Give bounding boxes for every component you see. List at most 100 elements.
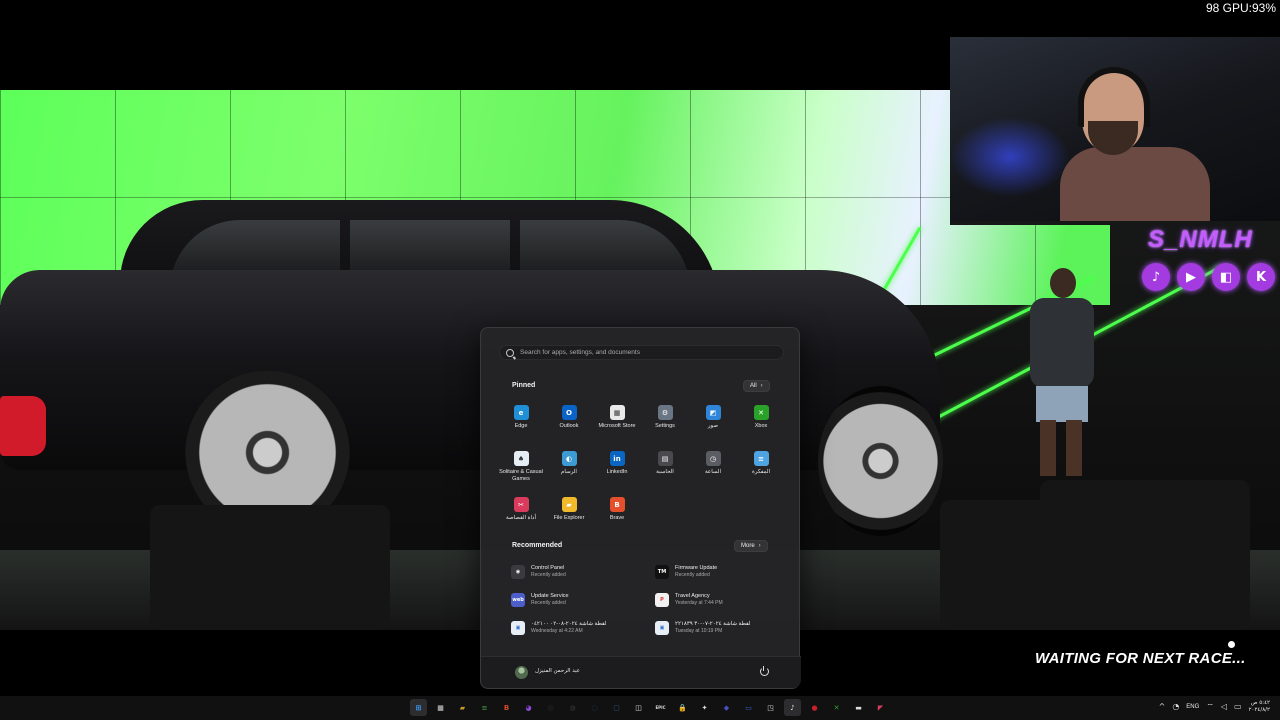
- capture-icon[interactable]: ◳: [762, 699, 779, 716]
- clock[interactable]: ٥:٤٢ ص ٢٠٢٤/٨/٢: [1249, 700, 1270, 713]
- update-service-icon: web: [511, 592, 525, 607]
- recommended-item[interactable]: web Update Service Recently added: [511, 591, 655, 608]
- pinned-app[interactable]: B Brave: [593, 495, 641, 533]
- all-apps-button[interactable]: All ›: [743, 380, 770, 392]
- app-label: Outlook: [559, 423, 579, 429]
- all-apps-label: All: [750, 383, 757, 389]
- youtube-icon: ▶: [1177, 263, 1205, 291]
- pinned-app[interactable]: e Edge: [497, 403, 545, 441]
- messenger-icon[interactable]: ◕: [520, 699, 537, 716]
- notepad-icon[interactable]: ≡: [476, 699, 493, 716]
- controller-icon[interactable]: ✦: [696, 699, 713, 716]
- recommended-list: ◉ Control Panel Recently added TM Firmware U…: [511, 563, 781, 636]
- pinned-app[interactable]: ▤ الحاسبة: [641, 449, 689, 487]
- more-label: More: [741, 543, 755, 549]
- twitch-icon: ◧: [1212, 263, 1240, 291]
- more-button[interactable]: More ›: [734, 540, 768, 552]
- recommended-item[interactable]: ▣ لقطة شاشة ٢٠٢٤-٠٨-٠٢ ٠٤٢١٠٠ Wednesday at…: [511, 619, 655, 636]
- streamer-name: S_NMLH: [1148, 226, 1253, 253]
- steam-icon[interactable]: ◌: [586, 699, 603, 716]
- tiktok-icon[interactable]: ♪: [784, 699, 801, 716]
- brave-icon: B: [609, 497, 625, 512]
- pinned-app[interactable]: ≡ المفكرة: [737, 449, 785, 487]
- xbox-icon: ✕: [753, 405, 769, 420]
- power-icon[interactable]: [760, 665, 769, 676]
- app-label: Solitaire & Casual Games: [499, 469, 543, 483]
- pinned-app[interactable]: ▰ File Explorer: [545, 495, 593, 533]
- recommended-item-time: Yesterday at 7:44 PM: [675, 600, 723, 606]
- recommended-item-name: لقطة شاشة ٢٠٢٤-٠٧-٣٠ ٢٢١٨٣٩: [675, 621, 751, 627]
- avatar[interactable]: [515, 666, 528, 679]
- file-explorer-icon[interactable]: ▰: [454, 699, 471, 716]
- app-label: Xbox: [754, 423, 768, 429]
- brave-icon[interactable]: B: [498, 699, 515, 716]
- character: [1022, 268, 1112, 478]
- gpu-readout: 98 GPU:93%: [1205, 1, 1276, 15]
- diamond-icon[interactable]: ◆: [718, 699, 735, 716]
- app-label: LinkedIn: [606, 469, 628, 475]
- recommended-item-time: Recently added: [531, 600, 566, 606]
- app-label: Brave: [609, 515, 625, 521]
- pinned-app[interactable]: ◐ الرسام: [545, 449, 593, 487]
- pinned-app[interactable]: ⚙ Settings: [641, 403, 689, 441]
- monitor-icon[interactable]: ▭: [740, 699, 757, 716]
- app-label: الحاسبة: [656, 469, 674, 475]
- lock-icon[interactable]: 🔒: [674, 699, 691, 716]
- volume-icon[interactable]: ◁: [1221, 702, 1227, 711]
- user-name[interactable]: عبد الرحمن المنيزل: [535, 668, 580, 674]
- recommended-item[interactable]: P Travel Agency Yesterday at 7:44 PM: [655, 591, 781, 608]
- search-icon: [506, 348, 514, 357]
- calendar-icon[interactable]: ▦: [432, 699, 449, 716]
- recommended-item[interactable]: ▣ لقطة شاشة ٢٠٢٤-٠٧-٣٠ ٢٢١٨٣٩ Tuesday at 1…: [655, 619, 781, 636]
- car: [0, 200, 950, 536]
- epic-games-icon[interactable]: EPIC: [652, 699, 669, 716]
- chevron-right-icon: ›: [758, 543, 761, 549]
- window-icon[interactable]: ▢: [608, 699, 625, 716]
- start-icon[interactable]: ⊞: [410, 699, 427, 716]
- pinned-app[interactable]: ♠ Solitaire & Casual Games: [497, 449, 545, 487]
- pinned-app[interactable]: ▦ Microsoft Store: [593, 403, 641, 441]
- settings-icon: ⚙: [657, 405, 673, 420]
- wifi-icon[interactable]: ⌔: [1206, 702, 1214, 712]
- obs-icon[interactable]: ◍: [564, 699, 581, 716]
- recommended-item-name: Control Panel: [531, 565, 565, 571]
- recommended-title: Recommended: [512, 542, 563, 549]
- taillight: [0, 396, 46, 456]
- xbox-icon[interactable]: ✕: [828, 699, 845, 716]
- search-box[interactable]: [499, 345, 784, 360]
- app-label: Settings: [655, 423, 675, 429]
- snipping-tool-icon: ✂: [513, 497, 529, 512]
- pinned-app[interactable]: O Outlook: [545, 403, 593, 441]
- solitaire-icon: ♠: [513, 451, 529, 466]
- pinned-app[interactable]: ✂ أداة القصاصة: [497, 495, 545, 533]
- webcam-feed: [950, 37, 1280, 221]
- recommended-item-time: Tuesday at 10:19 PM: [675, 628, 723, 634]
- car-icon[interactable]: ▬: [850, 699, 867, 716]
- pinned-app[interactable]: ◩ صور: [689, 403, 737, 441]
- recommended-item-name: لقطة شاشة ٢٠٢٤-٠٨-٠٢ ٠٤٢١٠٠: [531, 621, 607, 627]
- game-icon[interactable]: ◤: [872, 699, 889, 716]
- recommended-item-name: Firmware Update: [675, 565, 718, 571]
- search-input[interactable]: [520, 349, 770, 356]
- pinned-app[interactable]: in LinkedIn: [593, 449, 641, 487]
- pinned-app[interactable]: ✕ Xbox: [737, 403, 785, 441]
- photos-icon: ◩: [705, 405, 721, 420]
- chevron-up-icon[interactable]: ^: [1159, 702, 1166, 711]
- discord-icon[interactable]: ◎: [542, 699, 559, 716]
- recommended-item[interactable]: TM Firmware Update Recently added: [655, 563, 781, 580]
- language-indicator[interactable]: ENG: [1186, 704, 1199, 710]
- pinned-apps: e Edge O Outlook ▦ Microsoft Store ⚙ Settings ◩ ص…: [497, 403, 785, 533]
- race-status-text: WAITING FOR NEXT RACE...: [1035, 650, 1246, 667]
- clock-icon: ◷: [705, 451, 721, 466]
- battery-icon[interactable]: ▭: [1234, 702, 1242, 711]
- pinned-app[interactable]: ◷ الساعة: [689, 449, 737, 487]
- app-label: File Explorer: [553, 515, 585, 521]
- travel-agency-icon: P: [655, 592, 669, 607]
- network-icon[interactable]: ◔: [1172, 702, 1179, 711]
- clock-time: ٥:٤٢ ص: [1250, 700, 1270, 706]
- app-label: Edge: [514, 423, 528, 429]
- app-icon[interactable]: ◫: [630, 699, 647, 716]
- recommended-item[interactable]: ◉ Control Panel Recently added: [511, 563, 655, 580]
- tiktok-icon: ♪: [1142, 263, 1170, 291]
- record-icon[interactable]: ●: [806, 699, 823, 716]
